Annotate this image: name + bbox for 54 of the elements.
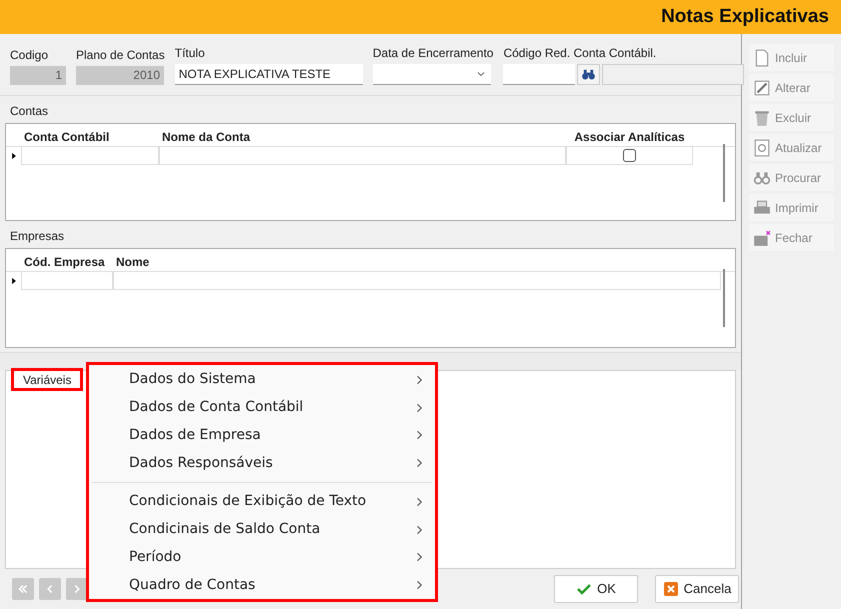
cancel-button[interactable]: Cancela <box>655 575 739 603</box>
field-label: Código Red. Conta Contábil. <box>503 45 658 62</box>
column-header: Nome <box>115 254 150 271</box>
menu-item-label: Dados do Sistema <box>129 370 257 390</box>
section-label: Empresas <box>9 228 66 245</box>
menu-item[interactable]: Condicinais de Saldo Conta <box>89 516 435 544</box>
search-button[interactable] <box>577 64 600 85</box>
field-label: Data de Encerramento <box>372 45 494 62</box>
menu-item-label: Período <box>129 548 182 567</box>
window-title: Notas Explicativas <box>661 4 829 29</box>
nav-button[interactable] <box>66 578 88 600</box>
binoculars-icon <box>581 67 596 82</box>
double-chevron-left-icon <box>16 582 30 596</box>
menu-item-label: Dados de Conta Contábil <box>129 398 304 418</box>
readonly-field: 2010 <box>76 66 164 85</box>
column-header: Nome da Conta <box>161 129 252 146</box>
menu-item[interactable]: Dados Responsáveis <box>89 449 435 477</box>
close-icon <box>662 581 679 597</box>
column-header: Conta Contábil <box>23 129 110 146</box>
nav-button[interactable] <box>12 578 34 600</box>
menu-item-label: Condicionais de Exibição de Texto <box>129 492 368 512</box>
variables-tab[interactable]: Variáveis <box>11 368 84 391</box>
menu-item[interactable]: Condicionais de Exibição de Texto <box>89 488 435 516</box>
column-header: Associar Analíticas <box>573 129 686 146</box>
exit-icon <box>753 228 771 246</box>
field-label: Plano de Contas <box>76 47 165 64</box>
menu-item[interactable]: Dados de Conta Contábil <box>89 394 435 422</box>
section-label: Contas <box>9 103 50 120</box>
scrollbar-thumb[interactable] <box>723 269 725 327</box>
field-label: Codigo <box>10 47 50 64</box>
trash-icon <box>753 108 771 126</box>
refresh-icon <box>753 138 771 156</box>
menu-item-label: Condicinais de Saldo Conta <box>129 520 322 540</box>
menu-item[interactable]: Período <box>89 543 435 572</box>
field-label: Título <box>174 45 206 62</box>
column-header: Cód. Empresa <box>23 254 106 271</box>
menu-item-label: Quadro de Contas <box>129 576 256 595</box>
menu-item-label: Dados de Empresa <box>129 426 262 445</box>
checkmark-icon <box>576 581 592 597</box>
pencil-icon <box>753 78 771 96</box>
menu-item[interactable]: Dados de Empresa <box>89 422 435 450</box>
menu-item-label: Dados Responsáveis <box>129 454 274 473</box>
menu-item[interactable]: Dados do Sistema <box>89 366 435 394</box>
nav-button[interactable] <box>39 578 61 600</box>
checkbox[interactable] <box>623 149 636 162</box>
menu-item[interactable]: Quadro de Contas <box>89 571 435 599</box>
title-field[interactable]: NOTA EXPLICATIVA TESTE <box>174 64 363 85</box>
readonly-field: 1 <box>10 66 66 85</box>
ok-button[interactable]: OK <box>554 575 638 603</box>
code-field[interactable] <box>503 64 576 85</box>
printer-icon <box>753 198 771 216</box>
date-dropdown[interactable] <box>372 64 491 85</box>
document-icon <box>753 48 771 66</box>
scrollbar-thumb[interactable] <box>723 144 725 202</box>
